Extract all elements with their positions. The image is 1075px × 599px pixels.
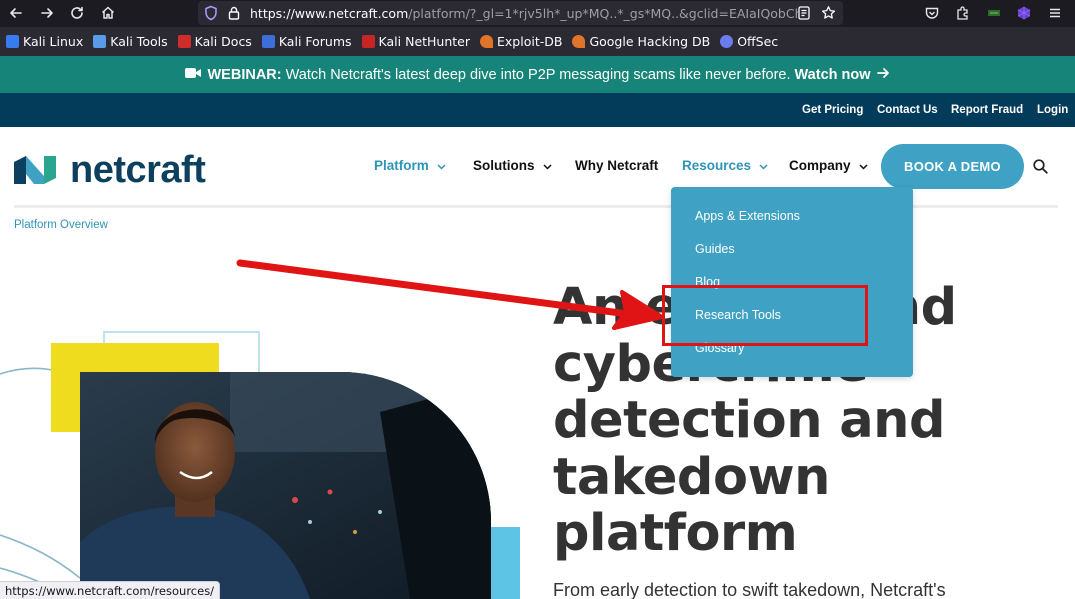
chevron-down-icon bbox=[858, 158, 868, 173]
kali-tools-icon bbox=[93, 35, 107, 48]
lock-icon[interactable] bbox=[227, 5, 241, 25]
bookmarks-bar: Kali Linux Kali Tools Kali Docs Kali For… bbox=[0, 27, 1075, 56]
extension-purple-icon[interactable] bbox=[1012, 1, 1036, 25]
chevron-down-icon bbox=[759, 158, 768, 173]
pocket-icon[interactable] bbox=[920, 1, 944, 25]
url-text[interactable]: https://www.netcraft.com/platform/?_gl=1… bbox=[250, 6, 798, 21]
bookmark-label: Kali Linux bbox=[23, 34, 84, 49]
nav-label: Resources bbox=[682, 158, 752, 173]
decorative-blue-block bbox=[489, 527, 520, 599]
main-nav: netcraft Platform Solutions Why Netcraft… bbox=[0, 127, 1075, 207]
nav-why-netcraft[interactable]: Why Netcraft bbox=[575, 158, 658, 173]
arrow-right-icon bbox=[876, 67, 890, 83]
bookmark-label: Kali NetHunter bbox=[378, 34, 471, 49]
kali-dragon-icon bbox=[6, 35, 19, 48]
headline-line: takedown bbox=[553, 447, 830, 507]
nav-resources[interactable]: Resources bbox=[682, 158, 768, 173]
get-pricing-link[interactable]: Get Pricing bbox=[802, 104, 863, 116]
netcraft-logo-mark-icon bbox=[14, 156, 56, 184]
banner-text: Watch Netcraft's latest deep dive into P… bbox=[281, 66, 795, 83]
exploit-db-icon bbox=[480, 35, 494, 48]
nav-solutions[interactable]: Solutions bbox=[473, 158, 552, 173]
nav-label: Company bbox=[789, 158, 851, 173]
login-link[interactable]: Login bbox=[1037, 104, 1068, 116]
utility-bar: Get Pricing Contact Us Report Fraud Logi… bbox=[0, 93, 1075, 127]
offsec-icon bbox=[720, 35, 734, 48]
browser-toolbar: https://www.netcraft.com/platform/?_gl=1… bbox=[0, 0, 1075, 27]
hero-photo bbox=[80, 372, 491, 599]
headline-line: platform bbox=[553, 504, 798, 563]
bookmark-kali-docs[interactable]: Kali Docs bbox=[177, 34, 252, 49]
bookmark-exploit-db[interactable]: Exploit-DB bbox=[480, 34, 562, 49]
link-status-bar: https://www.netcraft.com/resources/ bbox=[0, 581, 221, 599]
hero-subtext: From early detection to swift takedown, … bbox=[553, 580, 946, 599]
contact-us-link[interactable]: Contact Us bbox=[877, 104, 938, 116]
chevron-down-icon bbox=[542, 158, 552, 173]
nav-label: Why Netcraft bbox=[575, 158, 659, 173]
bookmark-kali-nethunter[interactable]: Kali NetHunter bbox=[361, 34, 471, 49]
menu-item-apps-extensions[interactable]: Apps & Extensions bbox=[695, 209, 800, 223]
book-a-demo-button[interactable]: BOOK A DEMO bbox=[881, 144, 1024, 189]
report-fraud-link[interactable]: Report Fraud bbox=[951, 104, 1023, 116]
video-camera-icon bbox=[185, 67, 202, 83]
reader-view-icon[interactable] bbox=[797, 5, 811, 25]
bookmark-kali-linux[interactable]: Kali Linux bbox=[6, 34, 83, 49]
forward-icon[interactable] bbox=[35, 1, 59, 25]
extensions-icon[interactable] bbox=[951, 1, 975, 25]
nav-company[interactable]: Company bbox=[789, 158, 868, 173]
chevron-down-icon bbox=[437, 158, 446, 173]
menu-icon[interactable] bbox=[1043, 1, 1067, 25]
back-icon[interactable] bbox=[4, 1, 28, 25]
nav-label: Platform bbox=[374, 158, 429, 173]
tracking-shield-icon[interactable] bbox=[204, 5, 218, 25]
bookmark-star-icon[interactable] bbox=[821, 5, 836, 25]
watch-now-link[interactable]: Watch now bbox=[795, 67, 871, 83]
reload-icon[interactable] bbox=[65, 1, 89, 25]
bookmark-label: OffSec bbox=[737, 34, 779, 49]
logo-wordmark: netcraft bbox=[70, 149, 206, 191]
breadcrumb[interactable]: Platform Overview bbox=[14, 219, 108, 231]
bookmark-label: Exploit-DB bbox=[497, 34, 563, 49]
netcraft-logo[interactable]: netcraft bbox=[14, 149, 206, 191]
bookmark-label: Kali Forums bbox=[278, 34, 352, 49]
nav-label: Solutions bbox=[473, 158, 535, 173]
bookmark-kali-tools[interactable]: Kali Tools bbox=[93, 34, 168, 49]
resources-dropdown-menu: Apps & Extensions Guides Blog Research T… bbox=[671, 187, 913, 377]
bookmark-kali-forums[interactable]: Kali Forums bbox=[261, 34, 352, 49]
home-icon[interactable] bbox=[96, 1, 120, 25]
annotation-highlight-box bbox=[662, 285, 868, 346]
bookmark-label: Google Hacking DB bbox=[589, 34, 711, 49]
search-icon[interactable] bbox=[1033, 159, 1048, 178]
ghdb-icon bbox=[572, 35, 586, 48]
bookmark-label: Kali Docs bbox=[194, 34, 252, 49]
banner-label: WEBINAR: bbox=[207, 66, 282, 83]
kali-forums-icon bbox=[261, 35, 275, 48]
bookmark-offsec[interactable]: OffSec bbox=[720, 34, 778, 49]
menu-item-guides[interactable]: Guides bbox=[695, 242, 735, 256]
bookmark-google-hacking-db[interactable]: Google Hacking DB bbox=[572, 34, 710, 49]
nav-platform[interactable]: Platform bbox=[374, 158, 446, 173]
webinar-banner[interactable]: WEBINAR: Watch Netcraft's latest deep di… bbox=[0, 56, 1075, 93]
bookmark-label: Kali Tools bbox=[110, 34, 168, 49]
kali-docs-icon bbox=[177, 35, 191, 48]
extension-green-icon[interactable] bbox=[982, 1, 1006, 25]
headline-line: detection and bbox=[553, 391, 946, 450]
url-bar[interactable]: https://www.netcraft.com/platform/?_gl=1… bbox=[198, 1, 843, 25]
kali-nethunter-icon bbox=[361, 35, 375, 48]
